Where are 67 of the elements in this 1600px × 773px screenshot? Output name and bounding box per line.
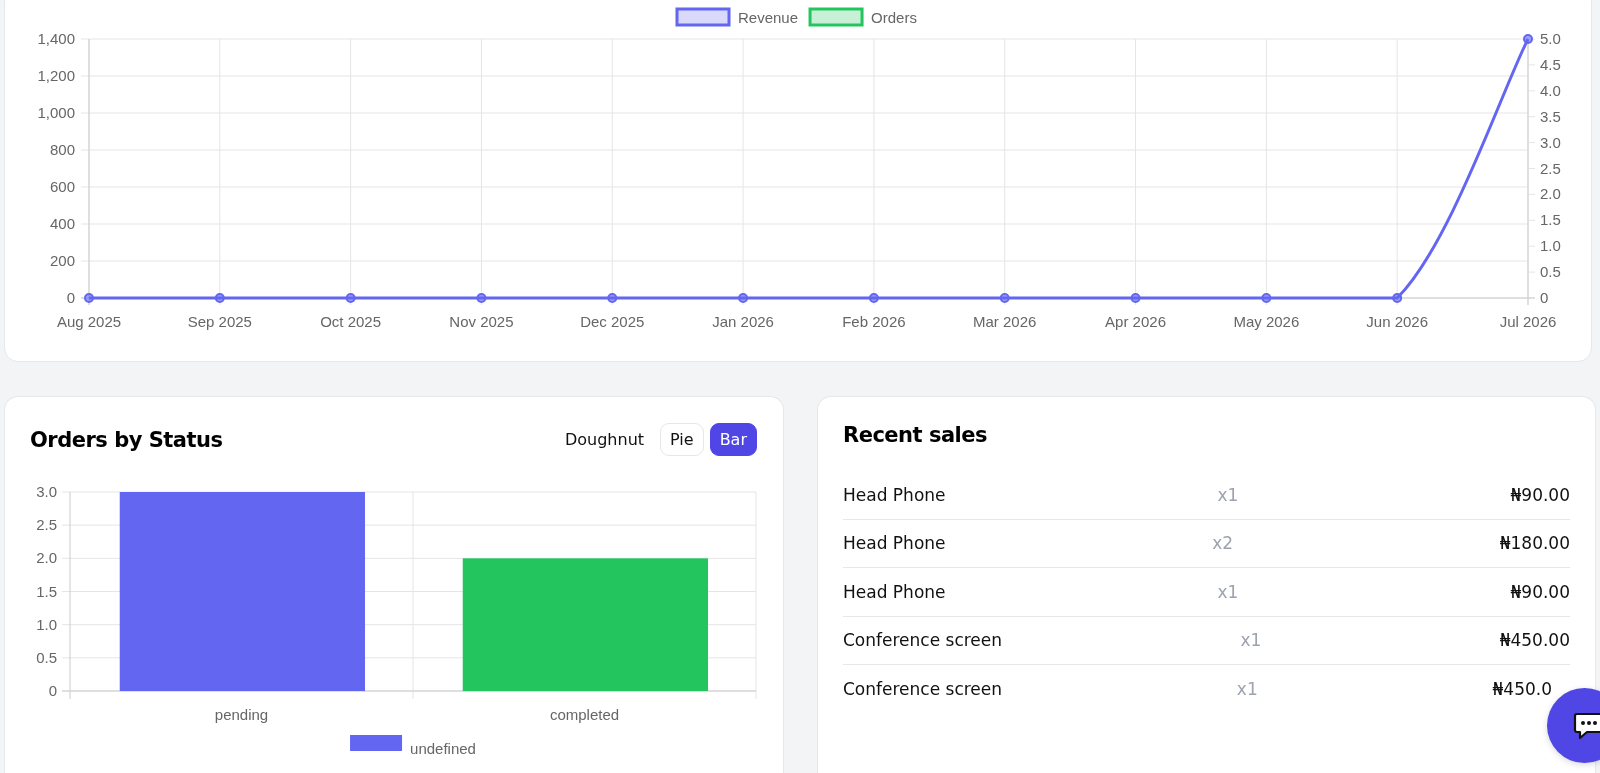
axis-label: Aug 2025 [56,313,122,330]
axis-label: 2.0 [36,549,57,567]
axis-label: 4.0 [1540,81,1561,99]
axis-label: Jul 2026 [1499,313,1557,330]
axis-label: 1.0 [1540,237,1561,255]
product-name: Head Phone [843,581,946,602]
axis-label: 0 [48,682,57,699]
price: ₦180.00 [1499,533,1570,554]
axis-label: 1.5 [36,582,57,600]
axis-label: Dec 2025 [580,313,645,330]
axis-label: Jun 2026 [1366,313,1429,330]
axis-label: 5.0 [1540,30,1561,47]
axis-label: Apr 2026 [1105,313,1166,330]
chart-type-tab[interactable]: Bar [709,423,757,456]
axis-label: Feb 2026 [842,313,906,330]
axis-label: 0.5 [36,648,57,666]
axis-label: 1,000 [37,104,75,121]
legend-swatch[interactable] [675,7,731,27]
product-name: Conference screen [843,678,1003,699]
price: ₦450.0 [1492,678,1552,699]
axis-label: pending [214,706,269,723]
axis-label: Jan 2026 [712,313,774,330]
card-title: Orders by Status [30,427,223,452]
axis-label: 200 [49,252,75,269]
product-name: Head Phone [843,533,946,554]
product-name: Head Phone [843,484,946,505]
quantity: x1 [1217,581,1239,602]
axis-label: 400 [49,215,75,232]
axis-label: 3.5 [1540,107,1561,125]
quantity: x1 [1240,630,1262,651]
chart-type-tab[interactable]: Pie [660,423,704,456]
axis-label: 0 [66,289,75,306]
quantity: x2 [1212,533,1234,554]
axis-label: 1,200 [37,67,75,84]
axis-label: 2.5 [1540,159,1561,177]
axis-label: Mar 2026 [973,313,1037,330]
legend-swatch[interactable] [350,735,403,751]
legend-label[interactable]: undefined [410,740,476,757]
axis-label: 0.5 [1540,263,1561,281]
quantity: x1 [1217,484,1239,505]
axis-label: completed [549,706,620,723]
axis-label: 1.5 [1540,211,1561,229]
axis-label: 1.0 [36,615,57,633]
card-title: Recent sales [843,423,988,447]
axis-label: 800 [49,141,75,158]
axis-label: 3.0 [1540,133,1561,151]
price: ₦450.00 [1499,630,1570,651]
price: ₦90.00 [1510,581,1570,602]
chart-type-tab[interactable]: Doughnut [554,423,655,456]
axis-label: 4.5 [1540,55,1561,73]
legend-label[interactable]: Revenue [738,9,799,26]
legend-swatch[interactable] [808,7,864,27]
axis-label: 600 [49,178,75,195]
axis-label: 2.5 [36,516,57,534]
axis-label: May 2026 [1233,313,1300,330]
axis-label: 0 [1540,289,1549,306]
price: ₦90.00 [1510,484,1570,505]
axis-label: Sep 2025 [187,313,252,330]
axis-label: 3.0 [36,483,57,500]
legend-label[interactable]: Orders [871,9,917,26]
axis-label: 2.0 [1540,185,1561,203]
axis-label: Oct 2025 [320,313,382,330]
axis-label: 1,400 [37,30,75,47]
chat-bubble-icon [1573,711,1600,740]
quantity: x1 [1236,678,1258,699]
product-name: Conference screen [843,630,1003,651]
axis-label: Nov 2025 [449,313,514,330]
